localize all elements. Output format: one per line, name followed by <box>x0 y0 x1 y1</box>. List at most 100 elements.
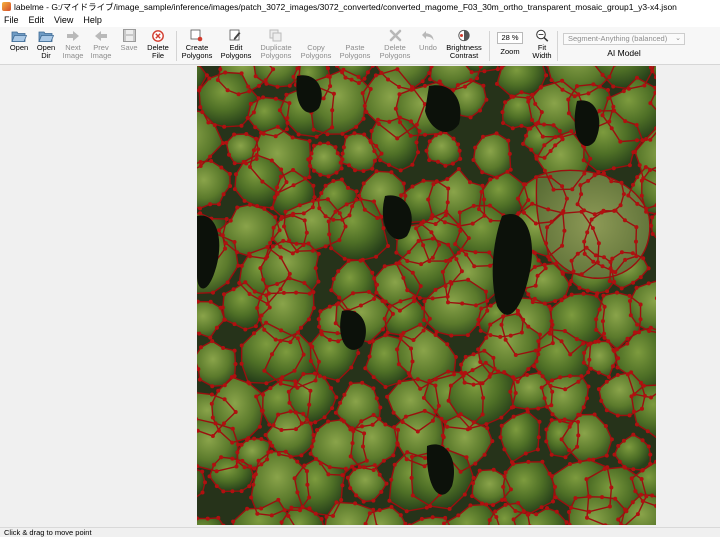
polygon-vertex[interactable] <box>433 133 438 138</box>
polygon-vertex[interactable] <box>333 321 338 326</box>
polygon-vertex[interactable] <box>445 200 450 205</box>
polygon-vertex[interactable] <box>253 74 258 79</box>
polygon-vertex[interactable] <box>482 348 487 353</box>
zoom-spinbox[interactable]: 28 % <box>497 32 523 44</box>
polygon-vertex[interactable] <box>403 193 408 198</box>
polygon-vertex[interactable] <box>254 153 259 157</box>
polygon-vertex[interactable] <box>641 383 646 388</box>
polygon-vertex[interactable] <box>326 174 331 179</box>
polygon-vertex[interactable] <box>333 145 338 150</box>
polygon-vertex[interactable] <box>568 352 573 357</box>
polygon-vertex[interactable] <box>544 427 549 432</box>
polygon-vertex[interactable] <box>239 442 244 447</box>
polygon-vertex[interactable] <box>219 455 224 460</box>
polygon-vertex[interactable] <box>253 472 258 477</box>
polygon-vertex[interactable] <box>290 251 295 256</box>
polygon-vertex[interactable] <box>418 386 423 391</box>
polygon-vertex[interactable] <box>371 507 376 512</box>
polygon-vertex[interactable] <box>448 258 453 263</box>
polygon-vertex[interactable] <box>314 134 319 139</box>
polygon-vertex[interactable] <box>214 484 219 489</box>
polygon-vertex[interactable] <box>255 204 260 208</box>
polygon-vertex[interactable] <box>372 199 376 204</box>
polygon-vertex[interactable] <box>292 476 297 481</box>
polygon-vertex[interactable] <box>638 275 643 280</box>
polygon-vertex[interactable] <box>260 179 265 184</box>
polygon-vertex[interactable] <box>433 333 438 337</box>
polygon-vertex[interactable] <box>346 185 350 190</box>
polygon-vertex[interactable] <box>554 509 559 514</box>
polygon-vertex[interactable] <box>329 246 334 251</box>
polygon-vertex[interactable] <box>247 89 252 94</box>
polygon-vertex[interactable] <box>563 294 568 299</box>
polygon-vertex[interactable] <box>635 201 640 206</box>
polygon-vertex[interactable] <box>341 67 346 72</box>
polygon-vertex[interactable] <box>446 398 451 403</box>
polygon-vertex[interactable] <box>421 306 426 311</box>
polygon-vertex[interactable] <box>475 76 480 81</box>
polygon-vertex[interactable] <box>310 205 315 210</box>
polygon-vertex[interactable] <box>308 451 313 456</box>
polygon-vertex[interactable] <box>631 467 636 472</box>
polygon-vertex[interactable] <box>220 233 225 238</box>
polygon-vertex[interactable] <box>581 360 586 365</box>
polygon-vertex[interactable] <box>550 412 555 417</box>
polygon-vertex[interactable] <box>621 89 626 94</box>
polygon-vertex[interactable] <box>257 317 262 322</box>
polygon-vertex[interactable] <box>554 261 559 266</box>
polygon-vertex[interactable] <box>378 158 383 163</box>
polygon-vertex[interactable] <box>255 306 260 310</box>
polygon-vertex[interactable] <box>637 163 642 168</box>
polygon-vertex[interactable] <box>597 307 602 312</box>
polygon-vertex[interactable] <box>314 457 319 461</box>
polygon-vertex[interactable] <box>368 87 373 91</box>
polygon-vertex[interactable] <box>308 359 313 363</box>
polygon-vertex[interactable] <box>563 387 568 392</box>
delete-polygons-button[interactable]: Delete Polygons <box>378 28 412 64</box>
polygon-vertex[interactable] <box>248 464 253 469</box>
polygon-vertex[interactable] <box>533 221 538 226</box>
polygon-vertex[interactable] <box>459 248 464 252</box>
polygon-vertex[interactable] <box>530 201 535 206</box>
polygon-vertex[interactable] <box>233 362 238 366</box>
polygon-vertex[interactable] <box>339 177 344 182</box>
polygon-vertex[interactable] <box>338 400 343 405</box>
polygon-vertex[interactable] <box>259 313 264 318</box>
polygon-vertex[interactable] <box>634 239 638 244</box>
polygon-vertex[interactable] <box>307 291 312 296</box>
polygon-vertex[interactable] <box>499 322 504 327</box>
polygon-vertex[interactable] <box>379 214 384 219</box>
polygon-vertex[interactable] <box>270 244 275 249</box>
polygon-vertex[interactable] <box>205 516 210 521</box>
polygon-vertex[interactable] <box>239 489 244 494</box>
polygon-vertex[interactable] <box>530 92 535 97</box>
polygon-vertex[interactable] <box>254 156 259 161</box>
polygon-vertex[interactable] <box>301 243 306 247</box>
polygon-vertex[interactable] <box>273 96 278 101</box>
polygon-vertex[interactable] <box>560 78 565 83</box>
polygon-vertex[interactable] <box>422 408 427 413</box>
polygon-vertex[interactable] <box>549 452 554 457</box>
polygon-vertex[interactable] <box>634 254 639 259</box>
polygon-vertex[interactable] <box>479 306 484 311</box>
polygon-vertex[interactable] <box>488 263 493 268</box>
polygon-vertex[interactable] <box>275 124 280 129</box>
polygon-vertex[interactable] <box>537 419 542 424</box>
polygon-vertex[interactable] <box>335 331 340 336</box>
fit-width-button[interactable]: Fit Width <box>530 28 554 64</box>
polygon-vertex[interactable] <box>209 401 214 406</box>
polygon-vertex[interactable] <box>269 158 274 163</box>
polygon-vertex[interactable] <box>593 253 598 258</box>
polygon-vertex[interactable] <box>303 176 308 181</box>
polygon-vertex[interactable] <box>316 359 321 364</box>
polygon-vertex[interactable] <box>534 512 539 517</box>
polygon-vertex[interactable] <box>371 468 376 472</box>
polygon-vertex[interactable] <box>471 420 476 425</box>
polygon-vertex[interactable] <box>439 416 444 421</box>
polygon-vertex[interactable] <box>372 463 377 468</box>
menu-view[interactable]: View <box>54 15 73 25</box>
polygon-vertex[interactable] <box>458 228 463 233</box>
polygon-vertex[interactable] <box>618 139 623 144</box>
polygon-vertex[interactable] <box>349 77 354 82</box>
polygon-vertex[interactable] <box>459 269 464 274</box>
